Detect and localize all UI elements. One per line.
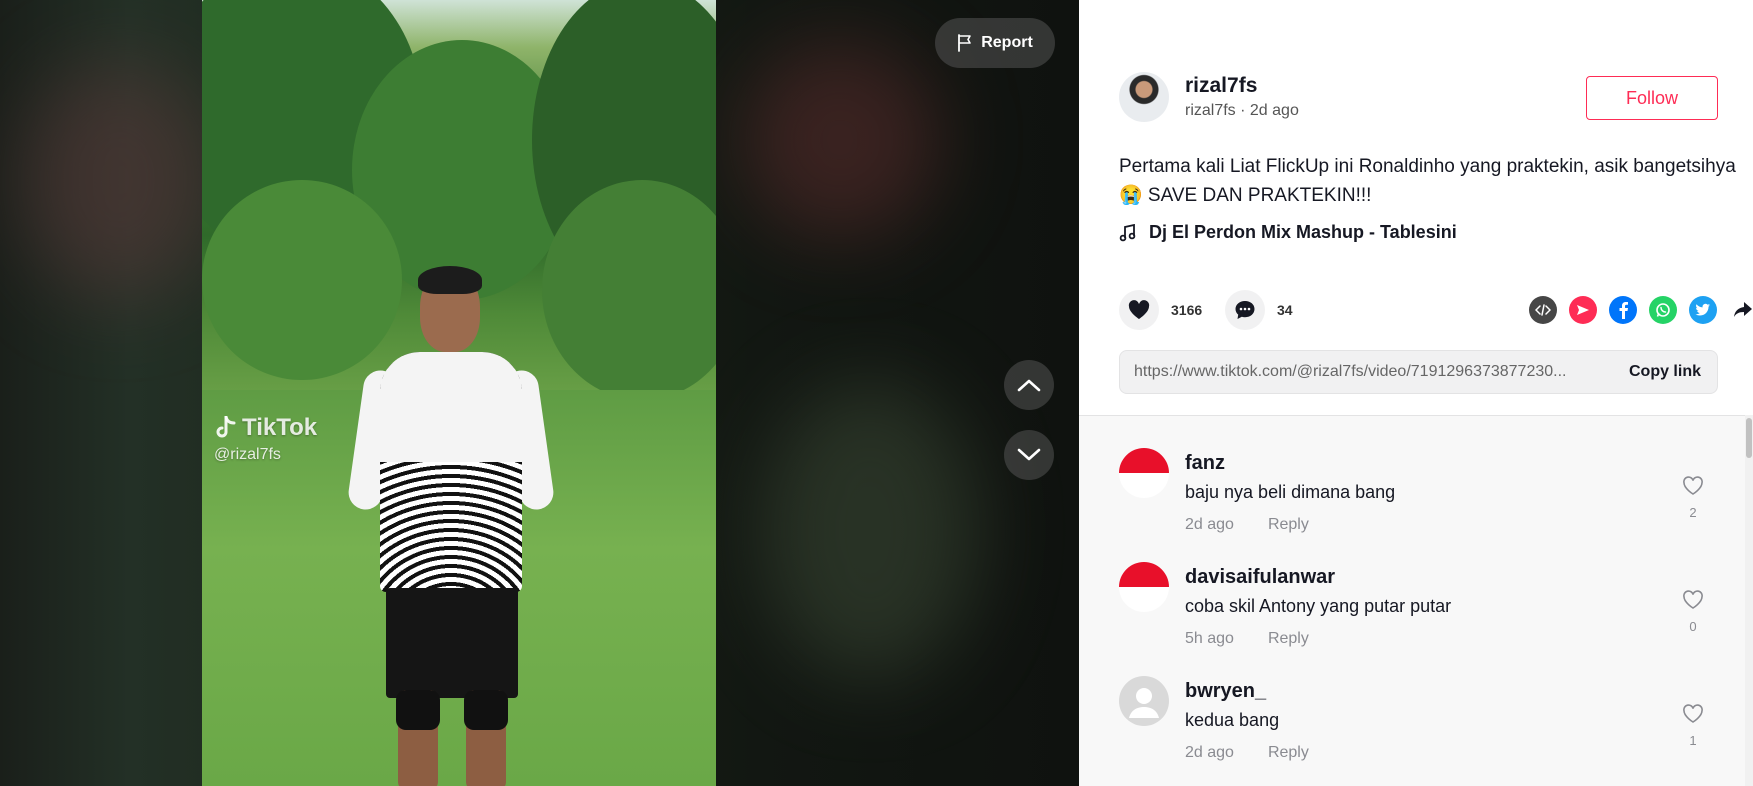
comment-item: davisaifulanwar coba skil Antony yang pu…	[1119, 530, 1719, 647]
comment-meta: 2d ago Reply	[1185, 744, 1309, 762]
author-avatar[interactable]	[1119, 72, 1169, 122]
music-title: Dj El Perdon Mix Mashup - Tablesini	[1149, 222, 1457, 242]
comment-like-count: 2	[1689, 505, 1697, 520]
report-label: Report	[981, 34, 1033, 51]
comment-stat[interactable]: 34	[1225, 290, 1293, 330]
video-pane[interactable]: TikTok @rizal7fs Report	[0, 0, 1079, 786]
follow-button[interactable]: Follow	[1586, 76, 1718, 120]
watermark-handle: @rizal7fs	[214, 446, 281, 463]
send-to-friends-icon[interactable]	[1569, 296, 1597, 324]
actions-row: 3166 34	[1119, 290, 1752, 330]
twitter-icon[interactable]	[1689, 296, 1717, 324]
like-button[interactable]	[1119, 290, 1159, 330]
commenter-avatar[interactable]	[1119, 676, 1169, 726]
tiktok-logo-icon	[216, 416, 236, 438]
share-arrow-icon[interactable]	[1729, 296, 1753, 324]
author-info: rizal7fs rizal7fs · 2d ago	[1185, 74, 1299, 120]
commenter-username[interactable]: bwryen_	[1185, 680, 1266, 703]
reply-button[interactable]: Reply	[1268, 744, 1309, 762]
next-video-button[interactable]	[1004, 430, 1054, 480]
heart-outline-icon	[1683, 590, 1703, 609]
comment-item: fanz baju nya beli dimana bang 2d ago Re…	[1119, 416, 1719, 533]
tiktok-video-page: TikTok @rizal7fs Report rizal7fs rizal7f…	[0, 0, 1753, 786]
comment-text: coba skil Antony yang putar putar	[1185, 596, 1452, 616]
background-blur	[740, 40, 940, 240]
comment-bubble-icon	[1235, 301, 1255, 319]
whatsapp-icon[interactable]	[1649, 296, 1677, 324]
person	[346, 266, 556, 786]
video-caption: Pertama kali Liat FlickUp ini Ronaldinho…	[1119, 156, 1736, 206]
like-count: 3166	[1171, 302, 1203, 318]
comment-like-count: 1	[1689, 733, 1697, 748]
commenter-avatar[interactable]	[1119, 448, 1169, 498]
comment-item: bwryen_ kedua bang 2d ago Reply 1	[1119, 644, 1719, 761]
comment-text: baju nya beli dimana bang	[1185, 482, 1396, 502]
music-link[interactable]: Dj El Perdon Mix Mashup - Tablesini	[1119, 222, 1457, 243]
tiktok-watermark: TikTok @rizal7fs	[214, 414, 317, 464]
comment-count: 34	[1277, 302, 1293, 318]
comment-list[interactable]: fanz baju nya beli dimana bang 2d ago Re…	[1079, 415, 1753, 786]
comment-like-count: 0	[1689, 619, 1697, 634]
embed-icon[interactable]	[1529, 296, 1557, 324]
post-side-panel: rizal7fs rizal7fs · 2d ago Follow Pertam…	[1079, 0, 1753, 786]
comments-scrollbar[interactable]	[1745, 415, 1753, 786]
comment-button[interactable]	[1225, 290, 1265, 330]
comment-text: kedua bang	[1185, 710, 1280, 730]
commenter-username[interactable]: fanz	[1185, 452, 1225, 475]
music-note-icon	[1119, 223, 1136, 241]
copy-link-box: https://www.tiktok.com/@rizal7fs/video/7…	[1119, 350, 1718, 394]
heart-outline-icon	[1683, 704, 1703, 723]
report-button[interactable]: Report	[935, 18, 1055, 68]
background-blur	[20, 60, 220, 300]
chevron-down-icon	[1017, 448, 1041, 461]
copy-link-button[interactable]: Copy link	[1613, 363, 1717, 381]
background-blur	[760, 380, 980, 680]
comment-time: 2d ago	[1185, 744, 1234, 761]
video-frame[interactable]	[202, 0, 716, 786]
author-header: rizal7fs rizal7fs · 2d ago	[1119, 72, 1299, 122]
author-username[interactable]: rizal7fs	[1185, 74, 1299, 98]
comment-like-button[interactable]: 0	[1679, 590, 1707, 634]
comment-like-button[interactable]: 2	[1679, 476, 1707, 520]
like-stat[interactable]: 3166	[1119, 290, 1202, 330]
heart-outline-icon	[1683, 476, 1703, 495]
scrollbar-thumb[interactable]	[1746, 418, 1752, 458]
author-subline: rizal7fs · 2d ago	[1185, 102, 1299, 119]
commenter-username[interactable]: davisaifulanwar	[1185, 566, 1335, 589]
comment-like-button[interactable]: 1	[1679, 704, 1707, 748]
video-link[interactable]: https://www.tiktok.com/@rizal7fs/video/7…	[1120, 363, 1613, 381]
heart-icon	[1128, 300, 1150, 319]
commenter-avatar[interactable]	[1119, 562, 1169, 612]
watermark-logo-text: TikTok	[242, 414, 318, 441]
facebook-icon[interactable]	[1609, 296, 1637, 324]
chevron-up-icon	[1017, 379, 1041, 392]
previous-video-button[interactable]	[1004, 360, 1054, 410]
flag-icon	[958, 34, 972, 52]
default-avatar-icon	[1129, 688, 1159, 718]
